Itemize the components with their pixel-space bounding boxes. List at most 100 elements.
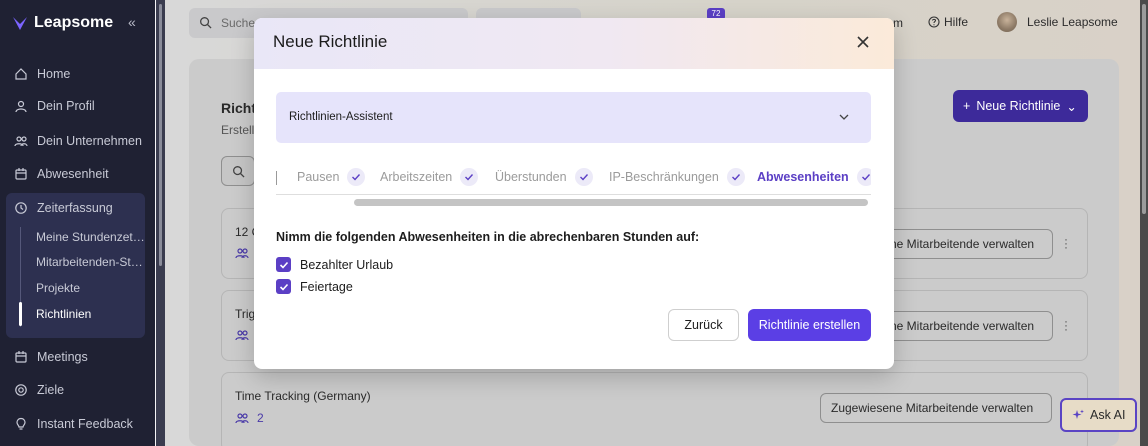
sidebar-item-label: Home <box>37 67 71 81</box>
sidebar-item-company[interactable]: Dein Unternehmen <box>0 128 155 154</box>
option-paid-vacation[interactable]: Bezahlter Urlaub <box>276 257 393 272</box>
step-arbeitszeiten[interactable]: Arbeitszeiten <box>380 168 479 186</box>
sidebar: Leapsome « Home Dein Profil Dein Unterne… <box>0 0 155 446</box>
steps-divider <box>276 171 277 185</box>
sidebar-subitem-my-timesheets[interactable]: Meine Stundenzet… <box>36 230 148 244</box>
sidebar-item-label: Ziele <box>37 383 65 397</box>
sidebar-item-label: Abwesenheit <box>37 167 109 181</box>
sidebar-item-absence[interactable]: Abwesenheit <box>0 161 155 187</box>
sidebar-subitem-policies[interactable]: Richtlinien <box>36 307 148 321</box>
step-label: Abwesenheiten <box>757 170 849 184</box>
list-search-button[interactable] <box>221 156 255 186</box>
calendar-icon <box>15 168 27 180</box>
kebab-menu-icon[interactable]: · · · <box>1064 233 1068 253</box>
policy-title: Trig <box>235 307 256 321</box>
ask-ai-label: Ask AI <box>1090 408 1126 422</box>
manage-employees-button[interactable]: Zugewiesene Mitarbeitende verwalten <box>820 393 1052 423</box>
users-icon <box>14 136 28 147</box>
user-icon <box>15 100 27 113</box>
lightbulb-icon <box>16 417 26 430</box>
assistant-label: Richtlinien-Assistent <box>289 111 393 123</box>
question-circle-icon <box>928 16 940 28</box>
page-title: Richt <box>221 100 256 116</box>
steps-horizontal-scrollbar[interactable] <box>354 199 868 206</box>
sidebar-item-goals[interactable]: Ziele <box>0 377 155 403</box>
double-chevron-left-icon[interactable]: « <box>128 14 136 30</box>
modal-title: Neue Richtlinie <box>273 32 388 51</box>
sidebar-item-label: Instant Feedback <box>37 417 133 431</box>
clock-icon <box>15 202 27 214</box>
check-icon <box>726 168 745 186</box>
sidebar-item-label: Meetings <box>37 350 88 364</box>
checkbox-checked[interactable] <box>276 257 291 272</box>
home-icon <box>15 68 27 80</box>
users-icon <box>235 248 249 259</box>
close-icon[interactable] <box>854 33 872 51</box>
sidebar-item-meetings[interactable]: Meetings <box>0 344 155 370</box>
chevron-down-icon: ⌄ <box>1066 99 1077 114</box>
check-icon <box>279 283 288 291</box>
user-name: Leslie Leapsome <box>1027 15 1118 29</box>
sidebar-item-time-tracking[interactable]: Zeiterfassung <box>0 195 155 221</box>
policy-row[interactable]: Time Tracking (Germany) 2 Zugewiesene Mi… <box>221 372 1088 446</box>
sidebar-item-home[interactable]: Home <box>0 61 155 87</box>
step-pausen[interactable]: Pausen <box>297 168 366 186</box>
check-icon <box>347 168 366 186</box>
step-ueberstunden[interactable]: Überstunden <box>495 168 593 186</box>
sidebar-item-label: Zeiterfassung <box>37 201 113 215</box>
page-subtitle: Erstell <box>221 123 255 137</box>
new-policy-modal: Neue Richtlinie Richtlinien-Assistent Pa… <box>254 18 894 369</box>
step-label: Überstunden <box>495 170 567 184</box>
steps-underline <box>276 194 871 195</box>
step-abwesenheiten[interactable]: Abwesenheiten <box>757 168 871 186</box>
sidebar-item-label: Dein Profil <box>37 99 95 113</box>
create-policy-button[interactable]: Richtlinie erstellen <box>748 309 871 341</box>
avatar <box>997 12 1017 32</box>
sidebar-subitem-employee-timesheets[interactable]: Mitarbeitenden-St… <box>36 255 148 269</box>
sidebar-item-instant-feedback[interactable]: Instant Feedback <box>0 411 155 437</box>
member-count: 2 <box>257 411 264 425</box>
search-icon <box>200 17 212 29</box>
policy-title: Time Tracking (Germany) <box>235 389 371 403</box>
step-label: Arbeitszeiten <box>380 170 453 184</box>
users-icon <box>235 413 249 424</box>
sidebar-scrollbar[interactable] <box>156 0 165 446</box>
plus-icon: + <box>963 99 971 113</box>
user-menu[interactable]: Leslie Leapsome <box>997 12 1118 32</box>
sparkle-icon <box>1072 409 1084 419</box>
step-label: Pausen <box>297 170 340 184</box>
step-navigation: Pausen Arbeitszeiten Überstunden IP-Besc… <box>276 161 871 209</box>
ask-ai-button[interactable]: Ask AI <box>1060 398 1137 432</box>
option-label: Bezahlter Urlaub <box>300 257 394 272</box>
new-policy-label: Neue Richtlinie <box>976 99 1061 113</box>
brand-name: Leapsome <box>34 14 114 31</box>
topbar-partial-label[interactable]: m <box>893 16 903 30</box>
search-placeholder: Suche <box>221 16 256 30</box>
checkbox-checked[interactable] <box>276 279 291 294</box>
help-link[interactable]: Hilfe <box>928 15 968 29</box>
step-label: IP-Beschränkungen <box>609 170 719 184</box>
sidebar-item-profile[interactable]: Dein Profil <box>0 93 155 119</box>
back-button[interactable]: Zurück <box>668 309 739 341</box>
kebab-menu-icon[interactable]: · · · <box>1064 315 1068 335</box>
users-icon <box>235 330 249 341</box>
modal-header: Neue Richtlinie <box>254 18 894 69</box>
manage-employees-button[interactable]: ne Mitarbeitende verwalten <box>879 311 1053 341</box>
new-policy-button[interactable]: + Neue Richtlinie ⌄ <box>953 90 1088 122</box>
check-icon <box>856 168 871 186</box>
help-label: Hilfe <box>944 15 969 29</box>
page-scrollbar[interactable] <box>1140 0 1148 446</box>
option-public-holidays[interactable]: Feiertage <box>276 279 353 294</box>
chevron-down-icon <box>839 114 849 120</box>
manage-employees-button[interactable]: ne Mitarbeitende verwalten <box>879 229 1053 259</box>
policy-assistant-accordion[interactable]: Richtlinien-Assistent <box>276 92 871 143</box>
option-label: Feiertage <box>300 279 353 294</box>
brand-logo[interactable]: Leapsome <box>12 14 113 32</box>
target-icon <box>15 384 27 396</box>
active-indicator <box>19 302 22 326</box>
sidebar-subitem-projects[interactable]: Projekte <box>36 281 148 295</box>
calendar-icon <box>15 351 27 363</box>
sidebar-item-label: Dein Unternehmen <box>37 134 142 148</box>
step-ip-restrictions[interactable]: IP-Beschränkungen <box>609 168 745 186</box>
policy-member-count: 2 <box>235 411 264 425</box>
